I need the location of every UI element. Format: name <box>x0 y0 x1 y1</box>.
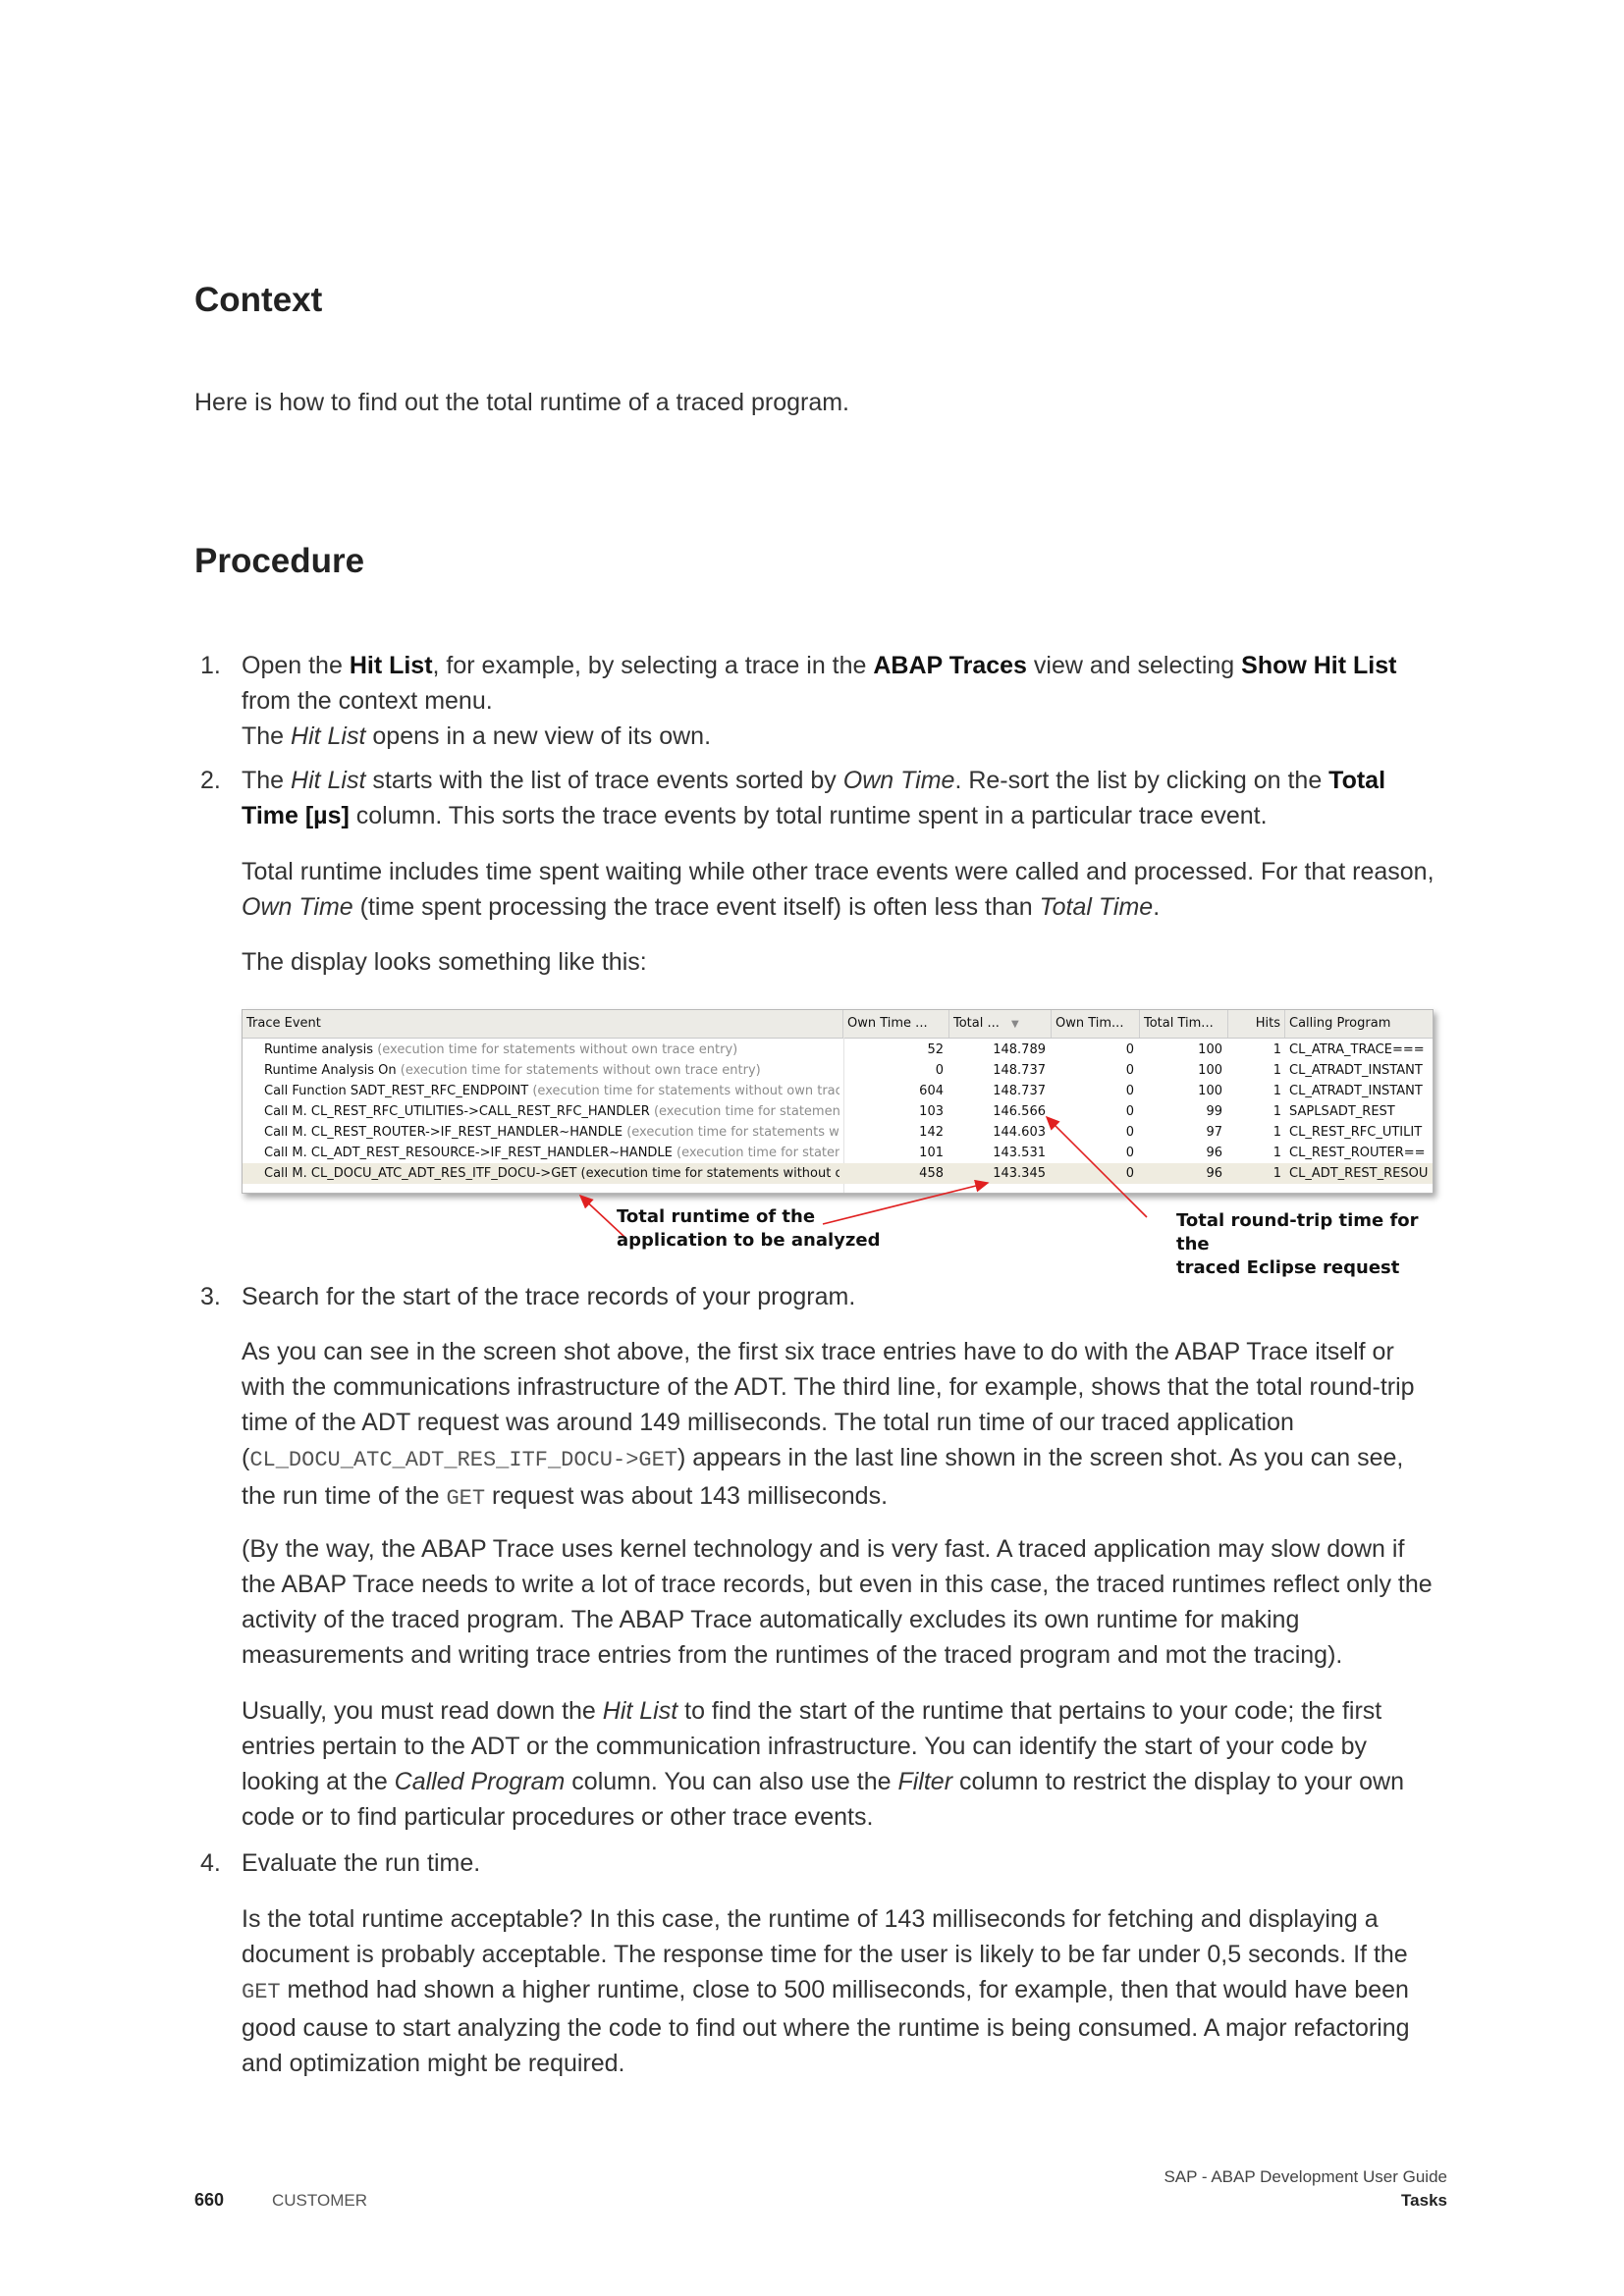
footer-label: CUSTOMER <box>272 2191 367 2210</box>
step4-paragraph: Is the total runtime acceptable? In this… <box>242 1905 1410 2077</box>
step-number: 2. <box>200 767 221 794</box>
step-number: 4. <box>200 1849 221 1877</box>
step4-title: Evaluate the run time. <box>242 1849 481 1877</box>
page-number: 660 <box>194 2190 225 2210</box>
procedure-heading: Procedure <box>194 542 365 580</box>
context-heading: Context <box>194 281 323 319</box>
callout-right: Total round-trip time for the traced Ecl… <box>1176 1210 1419 1278</box>
footer-section: Tasks <box>1401 2191 1447 2210</box>
footer-document-title: SAP - ABAP Development User Guide <box>1164 2167 1447 2186</box>
step-number: 3. <box>200 1283 221 1310</box>
step3-paragraph-3: Usually, you must read down the Hit List… <box>242 1697 1404 1831</box>
step3-title: Search for the start of the trace record… <box>242 1283 856 1310</box>
step1-text: Open the Hit List, for example, by selec… <box>242 652 1397 750</box>
step2-paragraph: Total runtime includes time spent waitin… <box>242 858 1435 921</box>
step-number: 1. <box>200 652 221 679</box>
callout-left: Total runtime of the application to be a… <box>617 1206 881 1251</box>
step3-paragraph-2: (By the way, the ABAP Trace uses kernel … <box>242 1535 1433 1669</box>
step2-text: The Hit List starts with the list of tra… <box>242 767 1386 829</box>
hit-list-screenshot: Trace Event Own Time ... Total ... ▼ Own… <box>242 1009 1435 1278</box>
step3-paragraph-1: As you can see in the screen shot above,… <box>242 1338 1415 1511</box>
context-text: Here is how to find out the total runtim… <box>194 389 850 416</box>
step2-display-note: The display looks something like this: <box>242 948 647 976</box>
